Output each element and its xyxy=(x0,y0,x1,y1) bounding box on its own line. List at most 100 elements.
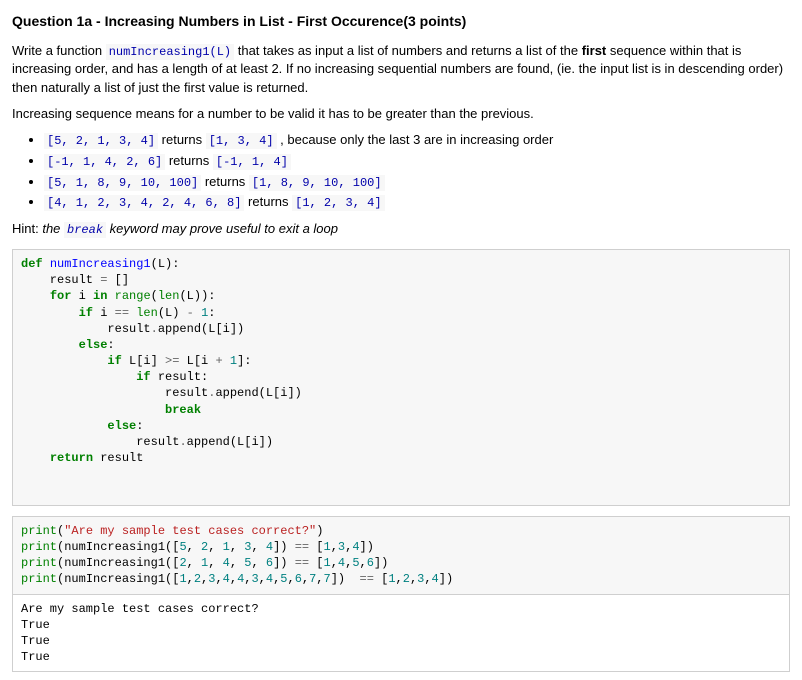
output-cell: Are my sample test cases correct? True T… xyxy=(12,595,790,673)
builtin-range: range xyxy=(115,289,151,303)
string: "Are my sample test cases correct?" xyxy=(64,524,316,538)
code-text: [ xyxy=(374,572,388,586)
num: 1 xyxy=(324,540,331,554)
num: 2 xyxy=(179,556,186,570)
num: 5 xyxy=(179,540,186,554)
code-text: append(L[i]) xyxy=(187,435,273,449)
code-text: result xyxy=(21,386,208,400)
code-text: (L) xyxy=(158,306,187,320)
builtin-print: print xyxy=(21,556,57,570)
num: 2 xyxy=(403,572,410,586)
op: . xyxy=(151,322,158,336)
op: == xyxy=(295,540,309,554)
example-output: [1, 8, 9, 10, 100] xyxy=(249,175,385,191)
code-text: ( xyxy=(151,289,158,303)
code-text: , xyxy=(187,572,194,586)
kw-if: if xyxy=(107,354,121,368)
example-mid: returns xyxy=(158,132,206,147)
code-text: result xyxy=(21,273,100,287)
code-text: L[i xyxy=(179,354,215,368)
code-text: L[i] xyxy=(122,354,165,368)
hint-text-post: keyword may prove useful to exit a loop xyxy=(106,221,338,236)
example-output: [1, 3, 4] xyxy=(206,133,277,149)
code-text: , xyxy=(302,572,309,586)
list-item: [5, 2, 1, 3, 4] returns [1, 3, 4] , beca… xyxy=(44,131,790,150)
code-text: ]) xyxy=(331,572,360,586)
code-text: , xyxy=(230,556,244,570)
example-mid: returns xyxy=(244,194,292,209)
num: 1 xyxy=(179,572,186,586)
num: 6 xyxy=(295,572,302,586)
code-text: , xyxy=(251,540,265,554)
code-text: result xyxy=(21,435,179,449)
kw-return: return xyxy=(50,451,93,465)
code-text xyxy=(21,338,79,352)
example-mid: returns xyxy=(201,174,249,189)
kw-if: if xyxy=(136,370,150,384)
code-text: [ xyxy=(309,540,323,554)
code-text xyxy=(21,419,107,433)
num: 2 xyxy=(194,572,201,586)
builtin-print: print xyxy=(21,524,57,538)
code-text: [ xyxy=(309,556,323,570)
code-text: , xyxy=(316,572,323,586)
kw-else: else xyxy=(79,338,108,352)
code-text: ]) xyxy=(273,540,295,554)
num: 4 xyxy=(352,540,359,554)
num: 6 xyxy=(266,556,273,570)
code-cell-function[interactable]: def numIncreasing1(L): result = [] for i… xyxy=(12,249,790,506)
code-text: , xyxy=(187,556,201,570)
examples-list: [5, 2, 1, 3, 4] returns [1, 3, 4] , beca… xyxy=(12,131,790,212)
code-text: : xyxy=(208,306,215,320)
op: == xyxy=(295,556,309,570)
num: 1 xyxy=(230,354,237,368)
example-input: [5, 2, 1, 3, 4] xyxy=(44,133,158,149)
code-text: (L)): xyxy=(179,289,215,303)
num: 1 xyxy=(388,572,395,586)
list-item: [4, 1, 2, 3, 4, 2, 4, 6, 8] returns [1, … xyxy=(44,193,790,212)
intro-text-mid1: that takes as input a list of numbers an… xyxy=(234,43,582,58)
code-text: [] xyxy=(107,273,129,287)
example-input: [5, 1, 8, 9, 10, 100] xyxy=(44,175,201,191)
op: >= xyxy=(165,354,179,368)
code-text: result xyxy=(93,451,143,465)
example-output: [-1, 1, 4] xyxy=(213,154,291,170)
code-text: ]) xyxy=(360,540,374,554)
code-text: result: xyxy=(151,370,209,384)
code-text: , xyxy=(287,572,294,586)
code-text: : xyxy=(107,338,114,352)
list-item: [5, 1, 8, 9, 10, 100] returns [1, 8, 9, … xyxy=(44,173,790,192)
function-signature: numIncreasing1(L) xyxy=(106,44,234,60)
question-title: Question 1a - Increasing Numbers in List… xyxy=(12,12,790,32)
example-input: [-1, 1, 4, 2, 6] xyxy=(44,154,165,170)
code-text xyxy=(223,354,230,368)
definition-paragraph: Increasing sequence means for a number t… xyxy=(12,105,790,123)
code-text: , xyxy=(396,572,403,586)
code-text xyxy=(194,306,201,320)
builtin-len: len xyxy=(136,306,158,320)
num: 1 xyxy=(223,540,230,554)
hint-keyword: break xyxy=(64,222,106,238)
code-text: ) xyxy=(316,524,323,538)
op: == xyxy=(115,306,129,320)
builtin-len: len xyxy=(158,289,180,303)
kw-else: else xyxy=(107,419,136,433)
code-text: ]) xyxy=(273,556,295,570)
num: 1 xyxy=(324,556,331,570)
kw-def: def xyxy=(21,257,50,271)
num: 4 xyxy=(223,556,230,570)
builtin-print: print xyxy=(21,572,57,586)
code-text xyxy=(21,451,50,465)
code-text xyxy=(21,354,107,368)
code-text: , xyxy=(331,556,338,570)
num: 4 xyxy=(266,540,273,554)
code-text: , xyxy=(230,572,237,586)
example-tail: , because only the last 3 are in increas… xyxy=(277,132,554,147)
hint-paragraph: Hint: the break keyword may prove useful… xyxy=(12,220,790,239)
code-text: (numIncreasing1([ xyxy=(57,572,179,586)
func-name: numIncreasing1 xyxy=(50,257,151,271)
kw-in: in xyxy=(93,289,107,303)
num: 7 xyxy=(324,572,331,586)
code-text: append(L[i]) xyxy=(158,322,244,336)
code-text: , xyxy=(208,556,222,570)
